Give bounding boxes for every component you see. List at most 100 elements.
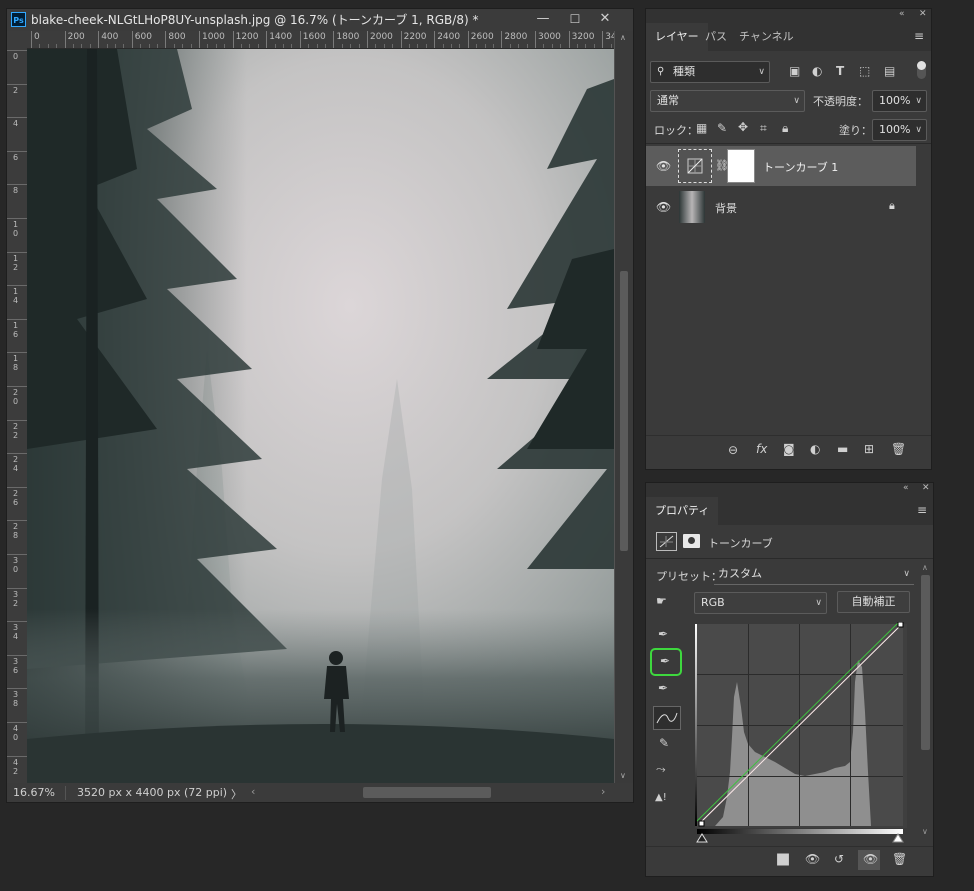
properties-scrollbar[interactable]: ∧ ∨ [921, 563, 931, 843]
gray-point-eyedropper-button[interactable]: ✒︎ [650, 648, 682, 676]
maximize-icon[interactable]: ☐ [560, 9, 590, 31]
tab-channels[interactable]: チャンネル [730, 23, 803, 51]
document-titlebar[interactable]: Ps blake-cheek-NLGtLHoP8UY-unsplash.jpg … [7, 9, 633, 31]
vertical-ruler[interactable]: 0 2 4 6 8 1 0 1 2 1 4 1 6 1 8 2 0 2 2 2 4 2 6 2 8 3 0 3 … [7, 48, 28, 783]
horizontal-scroll-thumb[interactable] [363, 787, 491, 798]
panel-menu-icon[interactable]: ≡ [914, 29, 924, 43]
scroll-left-icon[interactable]: ‹ [251, 785, 255, 798]
ruler-tick [7, 587, 27, 589]
lock-image-brush-icon[interactable]: ✎ [717, 121, 727, 135]
layer-name[interactable]: トーンカーブ 1 [763, 159, 838, 175]
close-panel-icon[interactable]: ✕ [919, 9, 927, 19]
white-point-eyedropper-icon[interactable]: ✒︎ [658, 681, 668, 695]
ruler-minor-tick [593, 44, 595, 48]
ruler-minor-tick [417, 44, 419, 48]
toggle-visibility-button[interactable]: 👁︎ [858, 850, 880, 870]
curves-icon[interactable] [656, 532, 677, 551]
ruler-tick [7, 419, 27, 421]
ruler-label: 2 6 [13, 488, 19, 507]
layer-name[interactable]: 背景 [715, 200, 737, 216]
layer-row-background[interactable]: 👁︎ 背景 🔒︎ [646, 187, 916, 227]
properties-bottom-bar: ⬛︎ 👁︎ ↺ 👁︎ 🗑︎ [646, 846, 933, 873]
scroll-down-icon[interactable]: ∨ [620, 771, 626, 780]
panel-header[interactable]: « ✕ [646, 483, 933, 497]
folder-icon[interactable]: ▬ [837, 442, 848, 456]
edit-points-curve-button[interactable] [653, 706, 681, 730]
ruler-minor-tick [526, 44, 528, 48]
trash-icon[interactable]: 🗑︎ [892, 852, 907, 866]
zoom-field[interactable]: 16.67% [13, 786, 66, 800]
lock-artboard-icon[interactable]: ⌗ [760, 121, 767, 136]
layer-row-curves[interactable]: 👁︎ ⛓︎ トーンカーブ 1 [646, 146, 916, 186]
mask-icon[interactable] [683, 534, 700, 548]
layer-thumbnail[interactable] [679, 191, 705, 223]
ruler-corner[interactable] [7, 31, 27, 48]
preset-select[interactable]: カスタム ∨ [714, 566, 914, 585]
collapse-icon[interactable]: « [903, 483, 909, 493]
auto-button[interactable]: 自動補正 [837, 591, 910, 613]
trash-icon[interactable]: 🗑︎ [891, 442, 906, 456]
horizontal-ruler[interactable]: 0 200 400 600 800 1000 1200 1400 1600 1800 2000 220… [27, 31, 614, 49]
visibility-eye-icon[interactable]: 👁︎ [656, 159, 671, 173]
ruler-label: 1 2 [13, 253, 19, 272]
ruler-tick [7, 150, 27, 152]
target-adjust-hand-icon[interactable]: ☛ [656, 594, 667, 608]
filter-toggle[interactable] [917, 61, 926, 79]
lock-position-move-icon[interactable]: ✥ [738, 120, 748, 134]
lock-transparent-icon[interactable]: ▦ [696, 121, 707, 135]
ruler-minor-tick [476, 44, 478, 48]
scroll-right-icon[interactable]: › [601, 785, 605, 798]
pencil-icon[interactable]: ✎ [659, 736, 669, 750]
black-point-eyedropper-icon[interactable]: ✒︎ [658, 627, 668, 641]
adjustment-layer-icon[interactable]: ◐ [810, 442, 820, 456]
ruler-minor-tick [173, 44, 175, 48]
minimize-icon[interactable]: — [528, 9, 558, 31]
layer-filter-select[interactable]: ⚲ 種類 ∨ [650, 61, 770, 83]
visibility-eye-icon[interactable]: 👁︎ [656, 200, 671, 214]
pixel-filter-icon[interactable]: ▣ [789, 64, 800, 78]
lock-all-icon[interactable]: 🔒︎ [782, 121, 788, 136]
tab-properties[interactable]: プロパティ [646, 497, 719, 525]
shape-filter-icon[interactable]: ⬚ [859, 64, 870, 78]
panel-header[interactable]: « ✕ [646, 9, 931, 23]
close-panel-icon[interactable]: ✕ [922, 483, 930, 493]
ruler-label: 3 4 [13, 623, 19, 642]
clipping-warning-icon[interactable]: ▲! [655, 792, 667, 803]
type-filter-icon[interactable]: T [836, 64, 844, 78]
fx-icon[interactable]: fx [756, 442, 767, 456]
close-icon[interactable]: ✕ [590, 9, 620, 31]
scroll-down-icon[interactable]: ∨ [922, 827, 928, 836]
smooth-curve-icon[interactable]: ⤳ [656, 762, 666, 777]
layer-mask-thumbnail[interactable] [727, 149, 755, 183]
adjustment-filter-icon[interactable]: ◐ [812, 64, 822, 78]
properties-tabbar: プロパティ ≡ [646, 497, 933, 525]
ruler-minor-tick [358, 44, 360, 48]
fill-field[interactable]: 100% ∨ [872, 119, 927, 141]
view-previous-state-icon[interactable]: 👁︎ [805, 852, 820, 866]
add-mask-icon[interactable]: ◙ [783, 442, 795, 456]
scroll-up-icon[interactable]: ∧ [922, 563, 928, 572]
new-layer-icon[interactable]: ⊞ [864, 442, 874, 456]
panel-menu-icon[interactable]: ≡ [917, 503, 927, 517]
status-menu-arrow-icon[interactable]: 〉 [231, 786, 242, 802]
opacity-field[interactable]: 100% ∨ [872, 90, 927, 112]
ruler-minor-tick [560, 44, 562, 48]
ruler-label: 3 0 [13, 556, 19, 574]
blend-mode-select[interactable]: 通常 ∨ [650, 90, 805, 112]
channel-value: RGB [701, 596, 725, 609]
reset-icon[interactable]: ↺ [834, 852, 844, 866]
link-layers-icon[interactable]: ⊖ [728, 443, 738, 457]
ruler-label: 3 6 [13, 656, 19, 675]
collapse-icon[interactable]: « [899, 9, 905, 19]
properties-scroll-thumb[interactable] [921, 575, 930, 750]
channel-select[interactable]: RGB ∨ [694, 592, 827, 614]
vertical-scroll-thumb[interactable] [620, 271, 628, 551]
curves-graph[interactable] [695, 621, 907, 844]
image-canvas[interactable] [27, 49, 614, 783]
clip-to-layer-icon[interactable]: ⬛︎ [777, 852, 789, 867]
curves-adjustment-thumbnail[interactable] [678, 149, 712, 183]
ruler-tick [7, 184, 27, 186]
scroll-up-icon[interactable]: ∧ [620, 33, 626, 42]
vertical-scrollbar[interactable]: ∧ ∨ [615, 31, 633, 783]
smart-object-filter-icon[interactable]: ▤ [884, 64, 895, 78]
